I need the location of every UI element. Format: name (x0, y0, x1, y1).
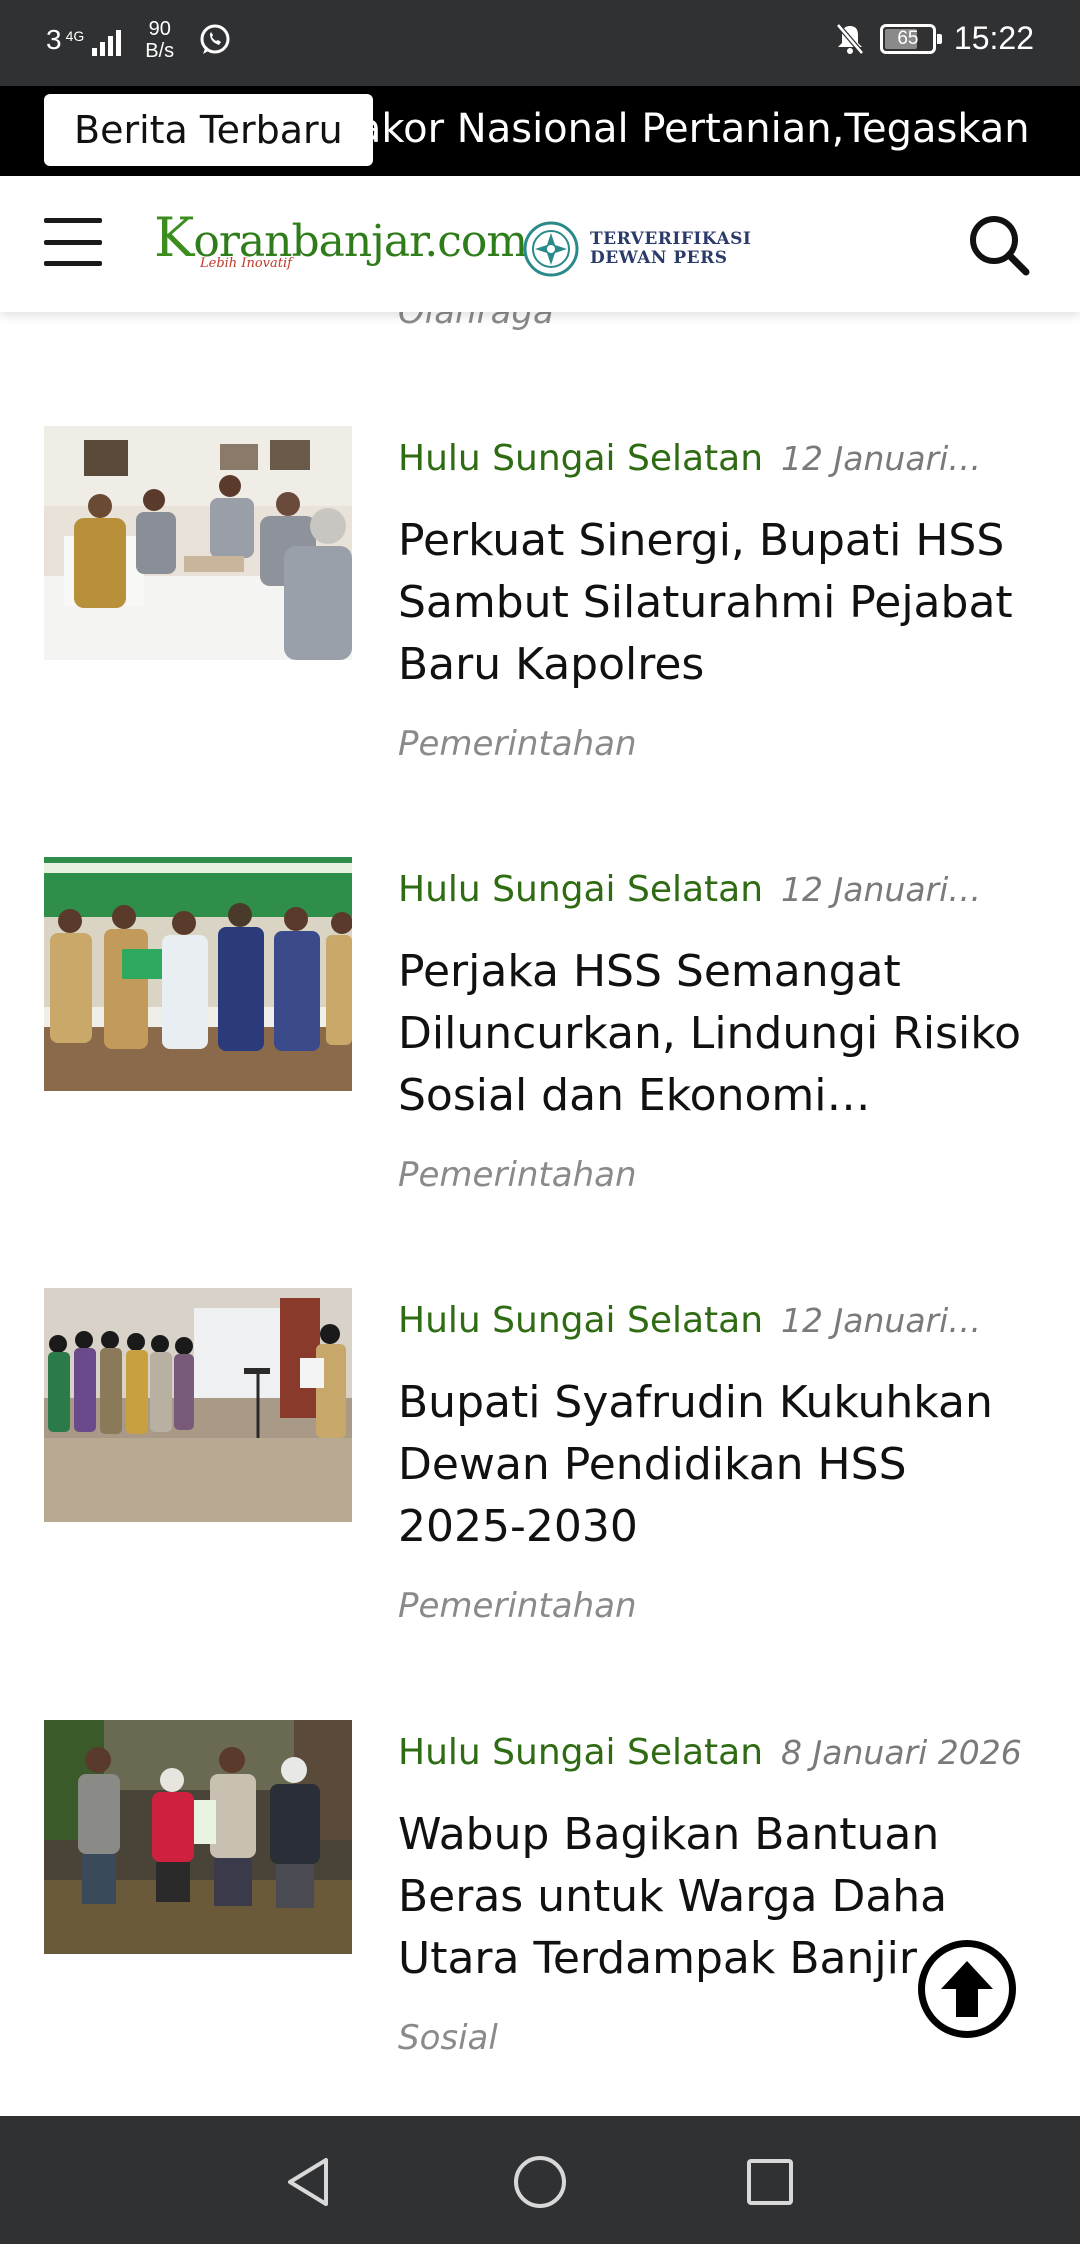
news-ticker[interactable]: Rakor Nasional Pertanian,Tegaskan Berita… (0, 86, 1080, 176)
article-category[interactable]: Pemerintahan (398, 1586, 637, 1626)
article-meta: Hulu Sungai Selatan 12 Januari… (398, 1300, 1038, 1341)
badge-line-1: TERVERIFIKASI (590, 229, 752, 249)
article-title[interactable]: Perjaka HSS Semangat Diluncurkan, Lindun… (398, 941, 1048, 1127)
article-thumbnail[interactable] (44, 857, 352, 1091)
article-meta: Hulu Sungai Selatan 8 Januari 2026 (398, 1732, 1038, 1773)
signal-icon (92, 28, 122, 56)
site-logo[interactable]: Koranbanjar.com Lebih Inovatif (154, 206, 528, 271)
article-item[interactable]: Hulu Sungai Selatan 12 Januari… Bupati Sy… (0, 1288, 1080, 1648)
article-item[interactable]: Hulu Sungai Selatan 8 Januari 2026 Wabup … (0, 1720, 1080, 2080)
article-meta: Hulu Sungai Selatan 12 Januari… (398, 438, 1038, 479)
whatsapp-icon (200, 24, 230, 54)
article-region[interactable]: Hulu Sungai Selatan (398, 1732, 763, 1773)
network-speed: 90 B/s (145, 18, 174, 62)
article-date: 8 Januari 2026 (781, 1733, 1022, 1772)
network-label: 3 (46, 24, 62, 55)
article-region[interactable]: Hulu Sungai Selatan (398, 1300, 763, 1341)
circle-home-icon[interactable] (510, 2152, 570, 2212)
logo-initial: K (154, 206, 194, 269)
battery-level: 65 (897, 27, 919, 49)
search-icon[interactable] (966, 212, 1032, 278)
article-title[interactable]: Perkuat Sinergi, Bupati HSS Sambut Silat… (398, 510, 1048, 696)
square-recents-icon[interactable] (740, 2152, 800, 2212)
battery-icon: 65 (879, 23, 942, 54)
article-thumbnail[interactable] (44, 426, 352, 660)
status-right: 65 15:22 (834, 20, 1034, 57)
ticker-label: Berita Terbaru (44, 94, 373, 166)
network-gen: 4G (65, 28, 85, 44)
system-navigation-bar (0, 2116, 1080, 2244)
article-category[interactable]: Pemerintahan (398, 1155, 637, 1195)
article-item[interactable]: Hulu Sungai Selatan 12 Januari… Perjaka H… (0, 857, 1080, 1217)
clock: 15:22 (953, 20, 1034, 56)
verification-badge: TERVERIFIKASI DEWAN PERS (520, 220, 751, 278)
dewan-pers-seal-icon (523, 221, 579, 277)
badge-line-2: DEWAN PERS (590, 248, 728, 268)
article-region[interactable]: Hulu Sungai Selatan (398, 438, 763, 479)
status-bar: 3 4G 90 B/s 65 15:22 (0, 0, 1080, 86)
article-category[interactable]: Pemerintahan (398, 724, 637, 764)
article-thumbnail[interactable] (44, 1720, 352, 1954)
arrow-up-icon (941, 1961, 993, 2017)
scroll-to-top-button[interactable] (918, 1940, 1016, 2038)
speed-unit: B/s (145, 40, 175, 62)
bell-off-icon (836, 22, 864, 55)
site-header: Koranbanjar.com Lebih Inovatif TERVERIFI… (0, 176, 1080, 312)
logo-tagline: Lebih Inovatif (200, 256, 292, 271)
article-title[interactable]: Bupati Syafrudin Kukuhkan Dewan Pendidik… (398, 1372, 1048, 1558)
article-category[interactable]: Sosial (398, 2018, 498, 2058)
article-date: 12 Januari… (781, 439, 982, 478)
article-region[interactable]: Hulu Sungai Selatan (398, 869, 763, 910)
article-date: 12 Januari… (781, 1301, 982, 1340)
article-thumbnail[interactable] (44, 1288, 352, 1522)
status-left: 3 4G 90 B/s (46, 18, 232, 62)
article-item[interactable]: Hulu Sungai Selatan 12 Januari… Perkuat S… (0, 426, 1080, 786)
ticker-headline[interactable]: Rakor Nasional Pertanian,Tegaskan (330, 106, 1030, 152)
triangle-back-icon[interactable] (280, 2152, 340, 2212)
article-meta: Hulu Sungai Selatan 12 Januari… (398, 869, 1038, 910)
article-date: 12 Januari… (781, 870, 982, 909)
network-indicator: 3 4G (46, 24, 122, 56)
hamburger-icon[interactable] (44, 218, 102, 266)
speed-value: 90 (148, 18, 171, 40)
